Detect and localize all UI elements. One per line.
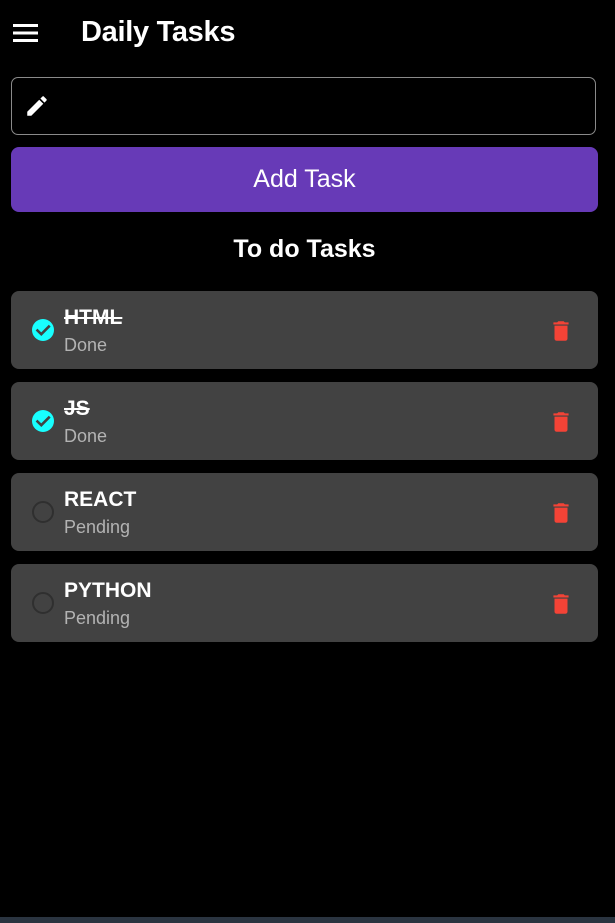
trash-icon[interactable] <box>548 408 574 436</box>
task-checkbox[interactable] <box>32 319 54 341</box>
task-name: PYTHON <box>64 579 152 602</box>
task-status: Done <box>64 426 108 446</box>
task-item[interactable]: PYTHON Pending <box>11 564 598 642</box>
task-status: Pending <box>64 608 131 628</box>
add-task-button[interactable]: Add Task <box>11 147 598 212</box>
trash-icon[interactable] <box>548 590 574 618</box>
task-input-field[interactable] <box>11 77 596 135</box>
task-status: Done <box>64 335 108 355</box>
bottom-edge <box>0 917 615 923</box>
trash-icon[interactable] <box>548 499 574 527</box>
check-circle-icon <box>35 324 51 337</box>
app-bar: Daily Tasks <box>0 0 615 66</box>
trash-icon[interactable] <box>548 317 574 345</box>
check-circle-icon <box>35 415 51 428</box>
task-checkbox[interactable] <box>32 592 54 614</box>
task-input[interactable] <box>64 86 588 128</box>
section-title: To do Tasks <box>233 235 376 263</box>
task-name: REACT <box>64 488 137 511</box>
page-title: Daily Tasks <box>81 16 236 48</box>
task-name: JS <box>64 397 90 420</box>
menu-button[interactable] <box>12 20 40 46</box>
task-item[interactable]: REACT Pending <box>11 473 598 551</box>
menu-icon <box>13 24 38 42</box>
task-list: HTML Done JS Done REACT Pending PYTHON P… <box>11 291 598 655</box>
task-item[interactable]: HTML Done <box>11 291 598 369</box>
task-name: HTML <box>64 306 123 329</box>
task-status: Pending <box>64 517 131 537</box>
task-item[interactable]: JS Done <box>11 382 598 460</box>
task-checkbox[interactable] <box>32 501 54 523</box>
pencil-icon <box>27 96 47 116</box>
task-checkbox[interactable] <box>32 410 54 432</box>
